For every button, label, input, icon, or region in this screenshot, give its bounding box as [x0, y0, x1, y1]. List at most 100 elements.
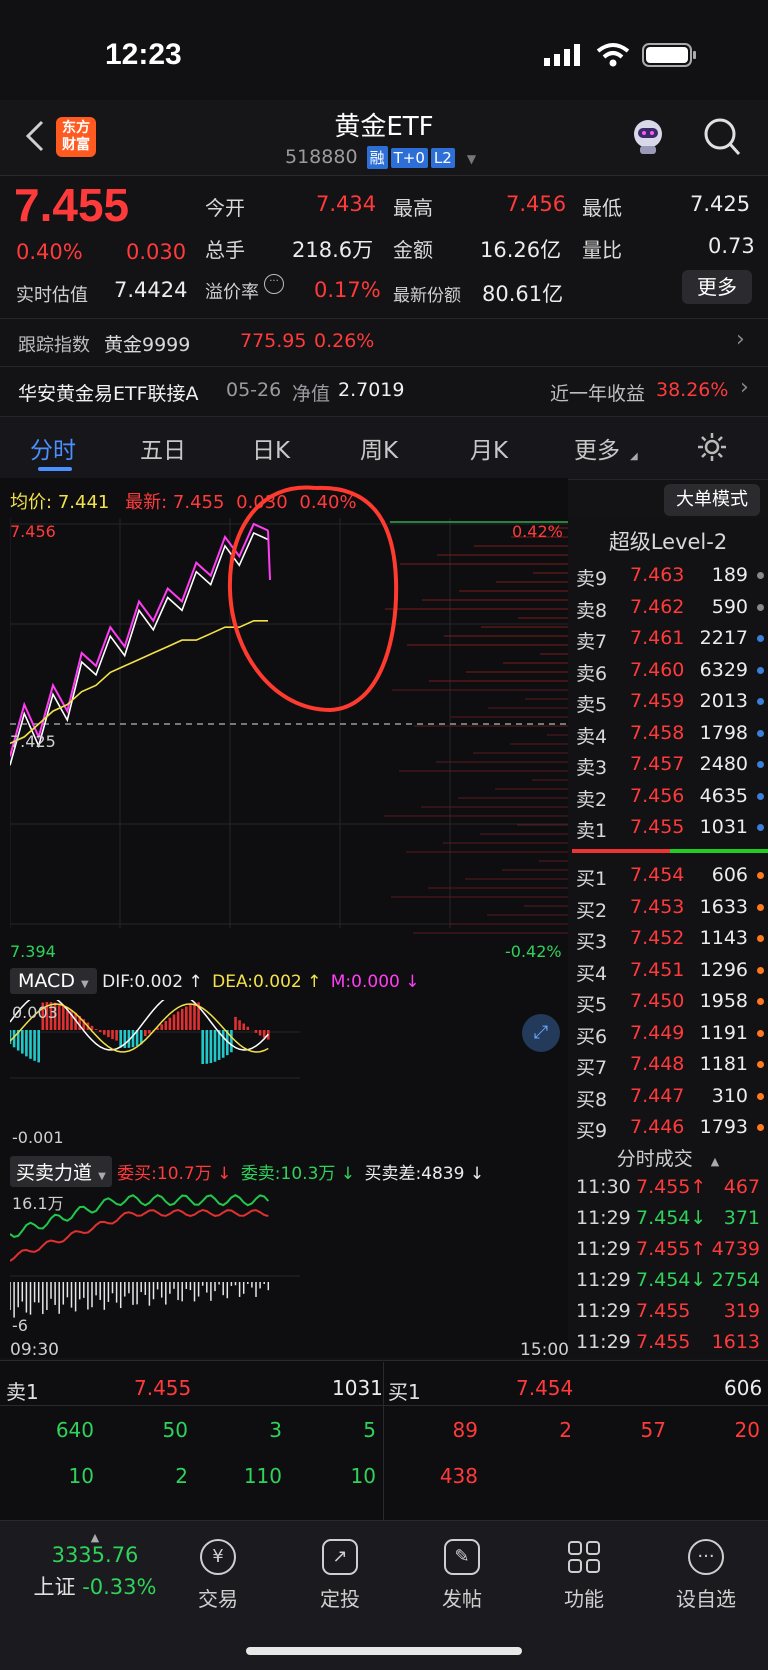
book-price: 7.455 — [630, 816, 685, 838]
nav-invest-label: 定投 — [320, 1587, 360, 1611]
bid-row[interactable]: 买8 7.447 310 — [568, 1081, 768, 1112]
macd-header: MACD ▼ DIF:0.002 ↑ DEA:0.002 ↑ M:0.000 ↓ — [10, 968, 419, 994]
more-button[interactable]: 更多 — [682, 270, 752, 304]
book-volume: 1143 — [699, 927, 748, 949]
index-widget[interactable]: ▲ 3335.76 上证 -0.33% — [20, 1531, 170, 1601]
trade-price: 7.454↓ — [636, 1269, 707, 1291]
status-dot-icon — [757, 1092, 764, 1100]
big-order-button[interactable]: 大单模式 — [664, 484, 760, 516]
ask-row[interactable]: 卖2 7.456 4635 — [568, 781, 768, 812]
trade-time: 11:29 — [576, 1300, 631, 1322]
bid-row[interactable]: 买5 7.450 1958 — [568, 986, 768, 1017]
macd-dif: DIF:0.002 ↑ — [102, 972, 203, 992]
l2-tag: L2 — [430, 148, 455, 168]
chart-icon: ↗ — [322, 1539, 358, 1575]
chevron-up-icon: ▲ — [710, 1155, 720, 1168]
tab-intraday[interactable]: 分时 — [30, 431, 76, 465]
book-level-label: 卖9 — [576, 568, 608, 590]
tab-weekly-k[interactable]: 周K — [360, 431, 398, 465]
bid-row[interactable]: 买4 7.451 1296 — [568, 955, 768, 986]
bid-row[interactable]: 买3 7.452 1143 — [568, 923, 768, 954]
book-level-label: 买6 — [576, 1025, 608, 1048]
edit-icon: ✎ — [444, 1539, 480, 1575]
trade-row: 11:30 7.455↑ 467 — [568, 1172, 768, 1203]
settings-icon[interactable] — [696, 431, 728, 463]
nav-post-label: 发帖 — [442, 1587, 482, 1611]
book-volume: 1031 — [699, 816, 748, 838]
trade-time: 11:29 — [576, 1238, 631, 1260]
change-value: 0.030 — [126, 240, 187, 264]
level2-title[interactable]: 超级Level-2 — [568, 526, 768, 556]
book-volume: 1798 — [699, 721, 748, 744]
expand-icon[interactable]: ⤢ — [522, 1014, 560, 1052]
nav-functions[interactable]: 功能 — [534, 1539, 634, 1612]
ask-row[interactable]: 卖9 7.463 189 — [568, 560, 768, 591]
status-dot-icon — [757, 572, 764, 579]
info-icon[interactable]: ··· — [264, 274, 284, 294]
tab-active-indicator — [38, 467, 72, 471]
book-volume: 590 — [711, 595, 748, 618]
book-price: 7.446 — [630, 1116, 685, 1138]
nav-trade[interactable]: ¥ 交易 — [168, 1539, 268, 1612]
linked-fund-name: 华安黄金易ETF联接A — [18, 383, 199, 405]
book-volume: 1958 — [699, 990, 748, 1012]
ask-row[interactable]: 卖8 7.462 590 — [568, 592, 768, 623]
linked-fund-nav: 2.7019 — [338, 379, 405, 401]
trade-volume: 467 — [723, 1176, 760, 1198]
sell-queue-cell: 10 — [350, 1464, 376, 1488]
tab-daily-k[interactable]: 日K — [252, 431, 290, 465]
force-buy: 委买:10.7万 ↓ — [117, 1164, 232, 1184]
macd-selector[interactable]: MACD ▼ — [10, 968, 97, 994]
queue-sell-price: 7.455 — [134, 1376, 192, 1400]
buy-queue-cell: 438 — [439, 1464, 478, 1488]
status-dot-icon — [757, 666, 764, 674]
book-volume: 6329 — [699, 658, 748, 681]
force-selector[interactable]: 买卖力道 ▼ — [10, 1156, 112, 1187]
status-dot-icon — [757, 966, 764, 974]
nav-invest[interactable]: ↗ 定投 — [290, 1539, 390, 1612]
ask-row[interactable]: 卖6 7.460 6329 — [568, 655, 768, 686]
bid-row[interactable]: 买9 7.446 1793 — [568, 1112, 768, 1143]
more-icon: ··· — [688, 1539, 724, 1575]
trade-time: 11:30 — [576, 1176, 631, 1198]
bid-row[interactable]: 买7 7.448 1181 — [568, 1049, 768, 1080]
book-volume: 4635 — [699, 784, 748, 807]
trades-title[interactable]: 分时成交 ▲ — [568, 1144, 768, 1171]
bid-row[interactable]: 买6 7.449 1191 — [568, 1018, 768, 1049]
tab-more[interactable]: 更多 — [574, 431, 620, 465]
ask-row[interactable]: 卖7 7.461 2217 — [568, 623, 768, 654]
tracking-pct: 0.26% — [314, 330, 375, 352]
tracking-row[interactable]: 跟踪指数 黄金9999 775.95 0.26% › — [0, 318, 768, 365]
book-level-label: 买3 — [576, 931, 608, 953]
book-divider — [572, 849, 768, 853]
axis-bottom-pct: -0.42% — [505, 942, 562, 961]
book-level-label: 卖6 — [576, 662, 608, 685]
book-level-label: 卖3 — [576, 757, 608, 779]
tab-monthly-k[interactable]: 月K — [470, 431, 508, 465]
buy-queue-cell: 89 — [452, 1418, 478, 1442]
code-row[interactable]: 518880 融 T+0 L2 ▼ — [285, 146, 476, 169]
buy-force-line — [10, 1208, 269, 1262]
status-dot-icon — [757, 635, 764, 642]
index-pct: -0.33% — [82, 1575, 157, 1599]
ask-row[interactable]: 卖4 7.458 1798 — [568, 718, 768, 749]
ask-row[interactable]: 卖1 7.455 1031 — [568, 812, 768, 843]
chart-tabs: 分时 五日 日K 周K 月K 更多 ◢ — [0, 416, 768, 480]
nav-trade-label: 交易 — [198, 1587, 238, 1611]
ask-row[interactable]: 卖5 7.459 2013 — [568, 686, 768, 717]
search-icon[interactable] — [702, 116, 742, 158]
axis-top-pct: 0.42% — [512, 522, 563, 541]
bid-row[interactable]: 买2 7.453 1633 — [568, 892, 768, 923]
trade-time: 11:29 — [576, 1331, 631, 1353]
book-volume: 2013 — [699, 690, 748, 712]
change-pct: 0.40% — [16, 240, 83, 264]
ask-row[interactable]: 卖3 7.457 2480 — [568, 749, 768, 780]
est-value: 7.4424 — [114, 278, 188, 302]
nav-watchlist[interactable]: ··· 设自选 — [656, 1539, 756, 1612]
nav-post[interactable]: ✎ 发帖 — [412, 1539, 512, 1612]
t0-tag: T+0 — [390, 148, 428, 168]
robot-icon[interactable] — [626, 114, 670, 158]
tab-5day[interactable]: 五日 — [140, 431, 186, 465]
bid-row[interactable]: 买1 7.454 606 — [568, 860, 768, 891]
linked-fund-row[interactable]: 华安黄金易ETF联接A 05-26 净值 2.7019 近一年收益 38.26%… — [0, 366, 768, 415]
